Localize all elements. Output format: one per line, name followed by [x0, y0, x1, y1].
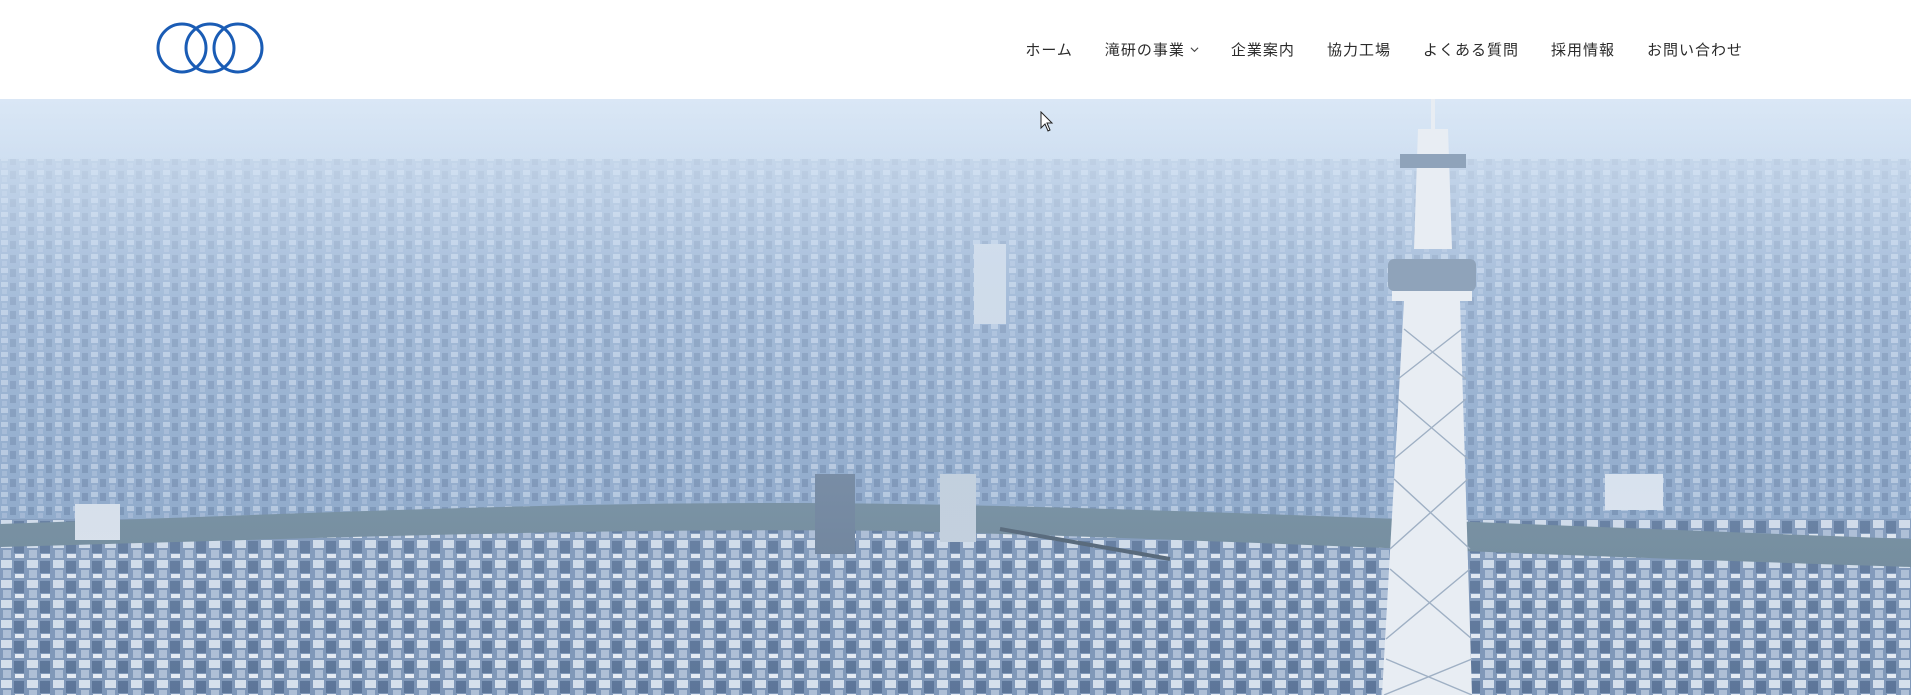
mouse-pointer-icon	[1040, 111, 1054, 132]
interlocking-rings-logo-icon[interactable]	[156, 18, 264, 78]
nav-item-contact[interactable]: お問い合わせ	[1647, 39, 1743, 60]
site-header: ホーム 滝研の事業 企業案内 協力工場 よくある質問 採用情報 お問い合わせ	[0, 0, 1911, 99]
nav-item-label: 採用情報	[1550, 41, 1615, 59]
nav-item-label: 滝研の事業	[1104, 41, 1185, 59]
nav-item-label: ホーム	[1025, 41, 1073, 59]
nav-item-label: 企業案内	[1230, 41, 1295, 59]
cityscape-illustration	[0, 99, 1911, 695]
nav-item-recruit[interactable]: 採用情報	[1551, 39, 1615, 60]
nav-item-partner-factories[interactable]: 協力工場	[1327, 39, 1391, 60]
nav-item-label: よくある質問	[1422, 41, 1519, 59]
nav-item-faq[interactable]: よくある質問	[1423, 39, 1519, 60]
nav-item-label: 協力工場	[1326, 41, 1391, 59]
nav-item-business[interactable]: 滝研の事業	[1105, 39, 1199, 60]
hero-image	[0, 99, 1911, 695]
nav-item-label: お問い合わせ	[1646, 41, 1743, 59]
nav-item-home[interactable]: ホーム	[1025, 39, 1073, 60]
nav-item-company[interactable]: 企業案内	[1231, 39, 1295, 60]
chevron-down-icon	[1190, 47, 1199, 53]
main-nav: ホーム 滝研の事業 企業案内 協力工場 よくある質問 採用情報 お問い合わせ	[1025, 0, 1743, 99]
